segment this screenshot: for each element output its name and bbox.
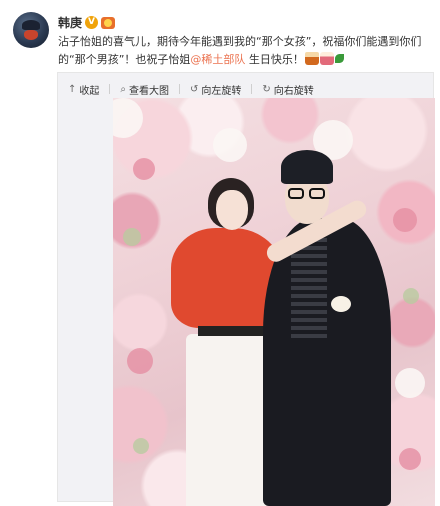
member-badge-icon xyxy=(101,16,116,29)
woman-belt-shape xyxy=(198,326,268,336)
toolbar-divider xyxy=(179,84,180,94)
man-coat-shape xyxy=(263,218,391,506)
flower-corsage-shape xyxy=(331,296,351,312)
birthday-cake-emoji-icon xyxy=(319,52,334,65)
view-large-button[interactable]: ⌕ 查看大图 xyxy=(120,82,169,97)
clover-emoji-icon xyxy=(334,54,344,63)
rotate-right-button[interactable]: ↻ 向右旋转 xyxy=(262,82,313,97)
flower-shape xyxy=(127,348,153,374)
flower-shape xyxy=(393,208,417,232)
rotate-right-label: 向右旋转 xyxy=(273,85,314,97)
rotate-left-icon: ↺ xyxy=(190,83,199,95)
rotate-left-label: 向左旋转 xyxy=(201,85,242,97)
flower-shape xyxy=(133,438,149,454)
rotate-right-icon: ↻ xyxy=(262,83,271,95)
avatar-scarf-shape xyxy=(24,30,38,40)
arrow-up-icon: ↑ xyxy=(68,83,77,95)
post-text: 沾子怡姐的喜气儿，期待今年能遇到我的“那个女孩”，祝福你们能遇到你们的“那个男孩… xyxy=(58,33,430,69)
flower-shape xyxy=(395,368,425,398)
magnifier-icon: ⌕ xyxy=(120,83,126,95)
flower-shape xyxy=(133,158,155,180)
post-text-tail: 生日快乐！ xyxy=(245,53,304,66)
view-large-label: 查看大图 xyxy=(129,85,169,97)
media-toolbar: ↑ 收起 ⌕ 查看大图 ↺ 向左旋转 ↻ 向右旋转 xyxy=(68,81,314,97)
flower-shape xyxy=(113,98,143,138)
woman-face-shape xyxy=(216,190,248,230)
flower-shape xyxy=(213,128,247,162)
man-hat-shape xyxy=(281,150,333,184)
mention-link[interactable]: @稀土部队 xyxy=(190,53,245,66)
man-shirt-shape xyxy=(291,238,327,338)
username[interactable]: 韩庚 xyxy=(58,14,82,31)
toolbar-divider xyxy=(109,84,111,94)
collapse-label: 收起 xyxy=(79,85,100,97)
post-header: 韩庚 V xyxy=(58,14,116,31)
post-photo[interactable] xyxy=(113,98,435,506)
flower-shape xyxy=(403,288,419,304)
collapse-button[interactable]: ↑ 收起 xyxy=(68,82,99,97)
glasses-lens-left xyxy=(288,188,304,199)
media-viewer: ↑ 收起 ⌕ 查看大图 ↺ 向左旋转 ↻ 向右旋转 xyxy=(57,72,435,506)
rotate-left-button[interactable]: ↺ 向左旋转 xyxy=(190,82,241,97)
glasses-lens-right xyxy=(309,188,325,199)
avatar[interactable] xyxy=(13,12,49,48)
cake-emoji-icon xyxy=(304,52,319,65)
flower-shape xyxy=(399,448,421,470)
glasses-shape xyxy=(286,188,328,200)
toolbar-divider xyxy=(251,84,253,94)
avatar-hat-shape xyxy=(22,20,40,30)
flower-shape xyxy=(123,228,141,246)
verified-badge-icon: V xyxy=(85,16,99,29)
